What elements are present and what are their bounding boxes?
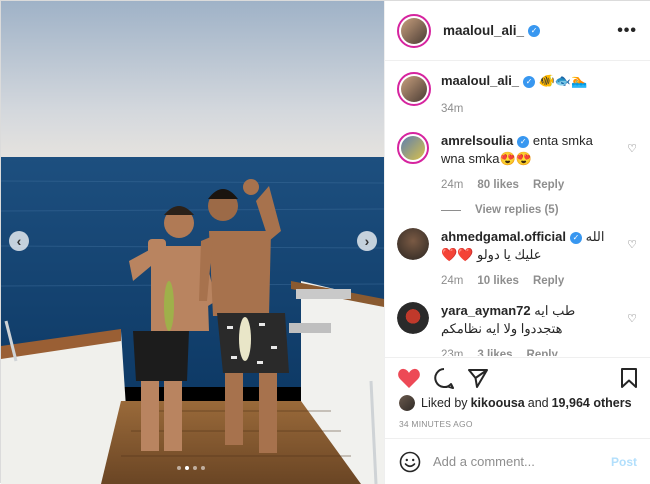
caption-username[interactable]: maaloul_ali_: [441, 73, 519, 88]
author-username[interactable]: maaloul_ali_: [443, 23, 524, 38]
reply-button[interactable]: Reply: [533, 272, 564, 290]
commenter-avatar[interactable]: [397, 132, 429, 164]
comment-time[interactable]: 24m: [441, 176, 463, 194]
liked-by-prefix: Liked by: [421, 396, 468, 410]
verified-badge-icon: ✓: [569, 231, 582, 244]
verified-badge-icon: ✓: [528, 24, 541, 37]
comment-like-heart-icon[interactable]: ♡: [627, 142, 637, 155]
comment-item: amrelsoulia ✓ enta smka wna smka😍😍 24m 80…: [397, 132, 639, 194]
comment-item: ahmedgamal.official ✓ الله عليك يا دولو ❤…: [397, 228, 639, 290]
comments-list[interactable]: maaloul_ali_ ✓ 🐠🐟🏊 34m amrelsoulia ✓ enta …: [385, 62, 650, 356]
author-avatar[interactable]: [397, 72, 431, 106]
more-options-icon[interactable]: •••: [617, 22, 637, 40]
verified-badge-icon: ✓: [523, 75, 536, 88]
chevron-right-icon: ›: [364, 233, 370, 249]
comment-username[interactable]: yara_ayman72: [441, 303, 531, 318]
chevron-left-icon: ‹: [16, 233, 22, 249]
post-header: maaloul_ali_ ✓ •••: [385, 1, 650, 61]
comment-likes[interactable]: 10 likes: [477, 272, 519, 290]
previous-photo-button[interactable]: ‹: [9, 231, 29, 251]
verified-badge-icon: ✓: [517, 135, 530, 148]
reply-button[interactable]: Reply: [533, 176, 564, 194]
add-comment-bar: Post: [385, 438, 650, 484]
comment-like-heart-icon[interactable]: ♡: [627, 238, 637, 251]
post-comment-button[interactable]: Post: [611, 455, 637, 469]
liked-by-and: and: [527, 396, 549, 410]
view-replies-label: View replies (5): [475, 204, 559, 216]
comment-input[interactable]: [433, 454, 611, 469]
comment-likes[interactable]: 80 likes: [477, 176, 519, 194]
commenter-avatar[interactable]: [397, 302, 429, 334]
carousel-indicator: [177, 466, 205, 470]
comment-time[interactable]: 23m: [441, 346, 463, 356]
caption-text: 🐠🐟🏊: [538, 73, 588, 88]
carousel-dot: [193, 466, 197, 470]
comment-username[interactable]: amrelsoulia: [441, 133, 513, 148]
post-dialog: ‹ › maaloul_ali_ ✓ ••• maaloul_ali_ ✓ 🐠🐟…: [0, 0, 650, 484]
caption: maaloul_ali_ ✓ 🐠🐟🏊 34m: [397, 72, 639, 118]
likes-count[interactable]: 19,964 others: [552, 396, 632, 410]
commenter-avatar[interactable]: [397, 228, 429, 260]
post-side-panel: maaloul_ali_ ✓ ••• maaloul_ali_ ✓ 🐠🐟🏊 34m: [384, 1, 650, 484]
comment-time[interactable]: 24m: [441, 272, 463, 290]
comment-icon[interactable]: [433, 367, 455, 389]
comment-item: yara_ayman72 طب ايه هتجددوا ولا ايه نظام…: [397, 302, 639, 356]
view-replies-button[interactable]: View replies (5): [441, 204, 639, 216]
post-actions: [385, 357, 650, 397]
carousel-dot-active: [185, 466, 189, 470]
carousel-dot: [201, 466, 205, 470]
comment-likes[interactable]: 3 likes: [477, 346, 512, 356]
like-heart-icon[interactable]: [397, 367, 421, 389]
emoji-icon[interactable]: [399, 451, 421, 473]
caption-time[interactable]: 34m: [441, 100, 463, 118]
author-avatar[interactable]: [397, 13, 431, 48]
carousel-dot: [177, 466, 181, 470]
liker-avatar[interactable]: [399, 395, 415, 411]
comment-like-heart-icon[interactable]: ♡: [627, 312, 637, 325]
view-replies-line: [441, 209, 461, 211]
comment-username[interactable]: ahmedgamal.official: [441, 229, 566, 244]
post-timestamp[interactable]: 34 MINUTES AGO: [399, 419, 473, 429]
liker-username[interactable]: kikoousa: [471, 396, 525, 410]
post-photo[interactable]: ‹ ›: [1, 1, 384, 484]
photo-image: [1, 1, 384, 484]
share-icon[interactable]: [467, 367, 489, 389]
liked-by: Liked by kikoousa and 19,964 others: [399, 395, 641, 411]
reply-button[interactable]: Reply: [527, 346, 558, 356]
next-photo-button[interactable]: ›: [357, 231, 377, 251]
save-bookmark-icon[interactable]: [619, 367, 639, 389]
